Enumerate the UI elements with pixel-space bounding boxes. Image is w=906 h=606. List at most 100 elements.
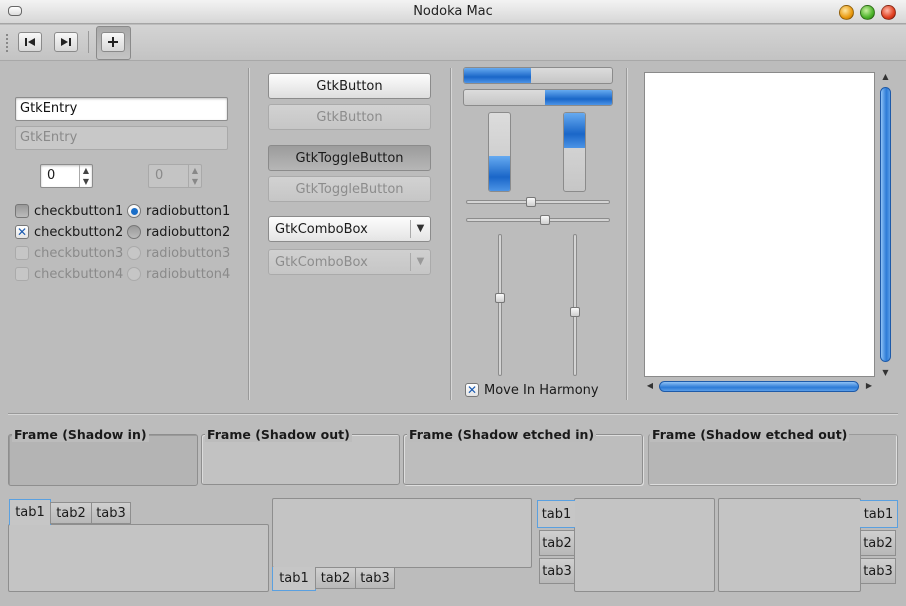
text-view[interactable] [644, 72, 875, 377]
checkbox-disabled-icon [15, 267, 29, 281]
notebook-left-tab2[interactable]: tab2 [539, 530, 575, 556]
main-window: Nodoka Mac GtkEntry GtkEntry 0 ▲ ▼ 0 ▲ ▼… [0, 0, 906, 606]
gtk-button[interactable]: GtkButton [268, 73, 431, 99]
radiobutton-label: radiobutton1 [146, 203, 231, 219]
checkbutton-4-disabled: checkbutton4 [15, 264, 123, 284]
radiobutton-4-disabled: radiobutton4 [127, 264, 230, 284]
spin-arrows-disabled: ▲ ▼ [188, 165, 201, 187]
combo-value: GtkComboBox [275, 255, 368, 270]
notebook-top-tab3[interactable]: tab3 [91, 502, 131, 524]
scale-vertical-2-knob[interactable] [570, 306, 580, 317]
checkbutton-label: checkbutton2 [34, 224, 124, 240]
notebook-left-tab3[interactable]: tab3 [539, 558, 575, 584]
close-button[interactable] [881, 5, 896, 20]
scale-horizontal-1-knob[interactable] [526, 197, 537, 207]
add-button[interactable] [101, 32, 125, 52]
radiobutton-2[interactable]: radiobutton2 [127, 222, 230, 242]
checkbutton-1[interactable]: checkbutton1 [15, 201, 123, 221]
notebook-right-tab3[interactable]: tab3 [860, 558, 896, 584]
scroll-right-icon[interactable]: ▶ [863, 381, 875, 390]
frame-shadow-in-label: Frame (Shadow in) [12, 427, 149, 442]
scale-vertical-2-track[interactable] [573, 234, 577, 376]
move-in-harmony-check[interactable]: ✕ Move In Harmony [465, 380, 599, 400]
scale-horizontal-2-knob[interactable] [539, 215, 550, 225]
vertical-scrollbar[interactable]: ▲ ▼ [878, 72, 893, 377]
progress-bar-vertical-1 [488, 112, 511, 192]
gtk-combo-box[interactable]: GtkComboBox ▼ [268, 216, 431, 242]
spin-down-icon: ▼ [191, 177, 199, 186]
scale-horizontal-2-track[interactable] [466, 218, 610, 222]
horizontal-scrollbar[interactable]: ◀ ▶ [644, 379, 875, 394]
gtk-toggle-button-disabled: GtkToggleButton [268, 176, 431, 202]
notebook-right-tab1[interactable]: tab1 [860, 500, 898, 528]
progress-bar-horizontal-2 [463, 89, 613, 106]
move-in-harmony-label: Move In Harmony [484, 382, 599, 398]
gtk-toggle-button[interactable]: GtkToggleButton [268, 145, 431, 171]
skip-back-icon [25, 38, 35, 46]
gtk-entry-disabled: GtkEntry [15, 126, 228, 150]
notebook-top-tab1[interactable]: tab1 [9, 499, 51, 525]
combo-value: GtkComboBox [275, 222, 368, 237]
checkbutton-label: checkbutton4 [34, 266, 124, 282]
radio-disabled-icon [127, 246, 141, 260]
chevron-down-icon: ▼ [410, 253, 430, 271]
frame-shadow-out-label: Frame (Shadow out) [205, 427, 352, 442]
checkbutton-label: checkbutton3 [34, 245, 124, 261]
vertical-scroll-thumb[interactable] [880, 87, 891, 362]
spin-down-icon[interactable]: ▼ [80, 176, 92, 187]
checkbutton-label: checkbutton1 [34, 203, 124, 219]
progress-bar-horizontal-1 [463, 67, 613, 84]
progress-fill [464, 68, 531, 83]
gtk-combo-box-disabled: GtkComboBox ▼ [268, 249, 431, 275]
spin-arrows[interactable]: ▲ ▼ [79, 165, 92, 187]
scale-vertical-1-knob[interactable] [495, 293, 505, 304]
notebook-bottom-tab1[interactable]: tab1 [272, 567, 316, 591]
plus-icon [108, 37, 118, 47]
notebook-left-tab1[interactable]: tab1 [537, 500, 575, 528]
skip-back-button[interactable] [18, 32, 42, 52]
scroll-left-icon[interactable]: ◀ [644, 381, 656, 390]
checkbutton-3-disabled: checkbutton3 [15, 243, 123, 263]
minimize-button[interactable] [839, 5, 854, 20]
vertical-separator [626, 68, 627, 400]
toolbar-grip-handle[interactable] [6, 34, 9, 52]
progress-fill [564, 113, 585, 148]
radio-selected-icon[interactable] [127, 204, 141, 218]
toolbar-separator [88, 31, 89, 53]
frame-shadow-etched-in-label: Frame (Shadow etched in) [407, 427, 597, 442]
window-title: Nodoka Mac [413, 4, 493, 19]
scroll-down-icon[interactable]: ▼ [878, 368, 893, 377]
notebook-bottom-tab2[interactable]: tab2 [315, 567, 356, 589]
spin-up-icon[interactable]: ▲ [80, 165, 92, 176]
scroll-up-icon[interactable]: ▲ [878, 72, 893, 81]
chevron-down-icon[interactable]: ▼ [410, 220, 430, 238]
checkbox-checked-icon[interactable]: ✕ [15, 225, 29, 239]
notebook-top-page [8, 524, 269, 592]
checkbutton-2[interactable]: ✕ checkbutton2 [15, 222, 123, 242]
maximize-button[interactable] [860, 5, 875, 20]
checkbox-unchecked-icon[interactable] [15, 204, 29, 218]
radio-disabled-icon [127, 267, 141, 281]
skip-forward-button[interactable] [54, 32, 78, 52]
horizontal-scroll-thumb[interactable] [659, 381, 859, 392]
notebook-bottom-page [272, 498, 532, 568]
vertical-separator [248, 68, 249, 400]
notebook-right-page [718, 498, 861, 592]
frame-shadow-etched-out-label: Frame (Shadow etched out) [650, 427, 850, 442]
notebook-bottom-tab3[interactable]: tab3 [355, 567, 395, 589]
scale-vertical-1-track[interactable] [498, 234, 502, 376]
scale-horizontal-1-track[interactable] [466, 200, 610, 204]
radiobutton-3-disabled: radiobutton3 [127, 243, 230, 263]
notebook-right-tab2[interactable]: tab2 [860, 530, 896, 556]
checkbox-checked-icon[interactable]: ✕ [465, 383, 479, 397]
progress-fill [545, 90, 612, 105]
spin-button[interactable]: 0 ▲ ▼ [40, 164, 93, 188]
gtk-entry[interactable]: GtkEntry [15, 97, 228, 121]
notebook-top-tab2[interactable]: tab2 [50, 502, 92, 524]
progress-fill [489, 156, 510, 191]
radiobutton-label: radiobutton3 [146, 245, 231, 261]
radio-unselected-icon[interactable] [127, 225, 141, 239]
checkbox-disabled-icon [15, 246, 29, 260]
skip-forward-icon [61, 38, 71, 46]
radiobutton-1[interactable]: radiobutton1 [127, 201, 230, 221]
